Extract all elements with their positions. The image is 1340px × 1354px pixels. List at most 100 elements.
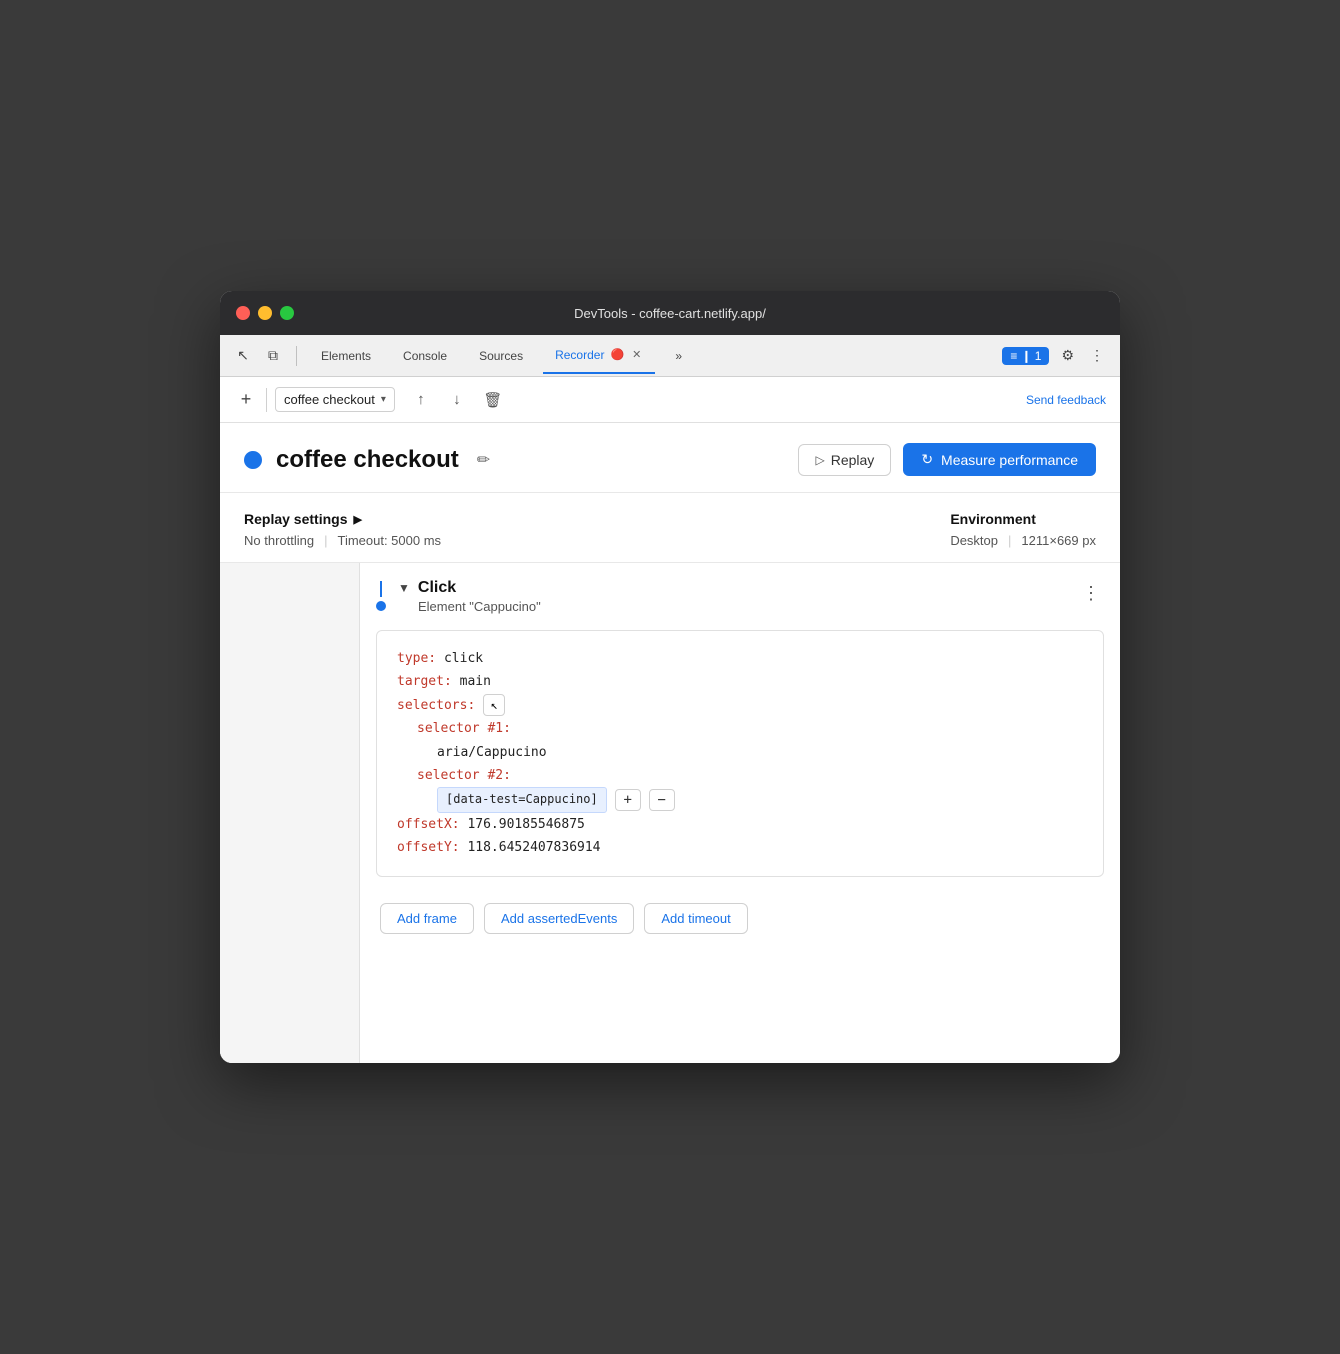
step-details-box: type: click target: main selectors: ↖: [376, 630, 1104, 877]
environment-title: Environment: [950, 511, 1096, 527]
export-button[interactable]: ↑: [407, 386, 435, 414]
edit-icon[interactable]: ✏: [477, 450, 490, 470]
step-actions: Add frame Add assertedEvents Add timeout: [360, 893, 1120, 950]
import-button[interactable]: ↓: [443, 386, 471, 414]
close-button[interactable]: [236, 306, 250, 320]
selectors-key: selectors:: [397, 694, 475, 717]
devtools-window: DevTools - coffee-cart.netlify.app/ ↖ ⧉ …: [220, 291, 1120, 1063]
more-icon[interactable]: ⋮: [1086, 343, 1108, 368]
selector2-val: [data-test=Cappucino]: [437, 787, 607, 813]
selector2-val-row: [data-test=Cappucino] + −: [397, 787, 1083, 813]
cursor-icon[interactable]: ↖: [232, 345, 254, 367]
settings-details: No throttling | Timeout: 5000 ms: [244, 533, 441, 548]
arrow-icon: ▶: [353, 513, 361, 526]
add-timeout-button[interactable]: Add timeout: [644, 903, 747, 934]
step-subtitle: Element "Cappucino": [398, 599, 1078, 614]
add-asserted-events-button[interactable]: Add assertedEvents: [484, 903, 634, 934]
badge-button[interactable]: ≡ ❙ 1: [1002, 347, 1049, 365]
step-more-button[interactable]: ⋮: [1078, 579, 1104, 608]
replay-label: Replay: [831, 452, 875, 468]
step-thumbnail: [220, 563, 360, 1063]
step-title-area: ▼ Click Element "Cappucino": [398, 579, 1078, 614]
selector-remove-button[interactable]: −: [649, 789, 675, 811]
step-title-row[interactable]: ▼ Click: [398, 579, 1078, 597]
recording-header: coffee checkout ✏ ▷ Replay ↻ Measure per…: [220, 423, 1120, 493]
chevron-down-icon: ▾: [381, 394, 386, 405]
offsety-val: 118.6452407836914: [467, 840, 600, 855]
tab-more-area: ≡ ❙ 1 ⚙ ⋮: [1002, 343, 1108, 368]
gear-icon[interactable]: ⚙: [1057, 343, 1078, 368]
titlebar: DevTools - coffee-cart.netlify.app/: [220, 291, 1120, 335]
inspect-selector-button[interactable]: ↖: [483, 694, 505, 716]
toolbar-separator: [296, 346, 297, 366]
device-label: Desktop: [950, 533, 998, 548]
step-title: Click: [418, 579, 456, 597]
type-key: type:: [397, 651, 436, 666]
replay-settings-title[interactable]: Replay settings ▶: [244, 511, 441, 527]
target-val: main: [460, 674, 491, 689]
target-key: target:: [397, 674, 452, 689]
step-indicator: [376, 581, 386, 611]
recorder-tab-close[interactable]: ✕: [630, 346, 643, 363]
inspect-icon: ↖: [491, 695, 498, 717]
prop-target-row: target: main: [397, 670, 1083, 693]
recorder-toolbar: + coffee checkout ▾ ↑ ↓ 🗑 Send feedback: [220, 377, 1120, 423]
tab-console[interactable]: Console: [391, 338, 459, 374]
minimize-button[interactable]: [258, 306, 272, 320]
offsetx-row: offsetX: 176.90185546875: [397, 813, 1083, 836]
environment-details: Desktop | 1211×669 px: [950, 533, 1096, 548]
settings-separator: |: [324, 533, 327, 548]
tab-elements[interactable]: Elements: [309, 338, 383, 374]
step-content: ▼ Click Element "Cappucino" ⋮ type: clic…: [360, 563, 1120, 1063]
selector1-key: selector #1:: [417, 721, 511, 736]
settings-section: Replay settings ▶ No throttling | Timeou…: [220, 493, 1120, 563]
delete-button[interactable]: 🗑: [479, 386, 507, 414]
recording-select[interactable]: coffee checkout ▾: [275, 387, 395, 412]
add-recording-button[interactable]: +: [234, 388, 258, 412]
selector2-row: selector #2:: [397, 764, 1083, 787]
offsetx-key: offsetX:: [397, 817, 460, 832]
selector1-row: selector #1:: [397, 717, 1083, 740]
step-header: ▼ Click Element "Cappucino" ⋮: [360, 563, 1120, 622]
dimensions-label: 1211×669 px: [1021, 533, 1096, 548]
type-val: click: [444, 651, 483, 666]
settings-right: Environment Desktop | 1211×669 px: [950, 511, 1096, 548]
tab-more[interactable]: »: [663, 338, 694, 374]
window-title: DevTools - coffee-cart.netlify.app/: [574, 306, 766, 321]
selector-add-button[interactable]: +: [615, 789, 641, 811]
add-frame-button[interactable]: Add frame: [380, 903, 474, 934]
step-dot: [376, 601, 386, 611]
step-line: [380, 581, 382, 597]
prop-type-row: type: click: [397, 647, 1083, 670]
selector1-val-row: aria/Cappucino: [397, 741, 1083, 764]
steps-area: ▼ Click Element "Cappucino" ⋮ type: clic…: [220, 563, 1120, 1063]
prop-selectors-row: selectors: ↖: [397, 694, 1083, 717]
badge-icon: ≡: [1010, 349, 1017, 363]
layers-icon[interactable]: ⧉: [262, 345, 284, 367]
recording-select-label: coffee checkout: [284, 392, 375, 407]
measure-icon: ↻: [921, 451, 933, 468]
recorder-icon: 🔴: [610, 348, 624, 361]
selector2-key: selector #2:: [417, 768, 511, 783]
measure-label: Measure performance: [941, 452, 1078, 468]
traffic-lights: [236, 306, 294, 320]
selector1-val: aria/Cappucino: [437, 745, 547, 760]
rec-action-buttons: ↑ ↓ 🗑: [407, 386, 507, 414]
maximize-button[interactable]: [280, 306, 294, 320]
tab-sources[interactable]: Sources: [467, 338, 535, 374]
env-separator: |: [1008, 533, 1011, 548]
send-feedback-link[interactable]: Send feedback: [1026, 393, 1106, 407]
main-area: coffee checkout ✏ ▷ Replay ↻ Measure per…: [220, 423, 1120, 1063]
expand-icon: ▼: [398, 581, 410, 595]
devtools-toolbar: ↖ ⧉ Elements Console Sources Recorder 🔴 …: [220, 335, 1120, 377]
throttling-label: No throttling: [244, 533, 314, 548]
measure-performance-button[interactable]: ↻ Measure performance: [903, 443, 1096, 476]
offsetx-val: 176.90185546875: [467, 817, 584, 832]
header-actions: ▷ Replay ↻ Measure performance: [798, 443, 1096, 476]
recorder-separator: [266, 388, 267, 412]
recording-indicator: [244, 451, 262, 469]
play-icon: ▷: [815, 453, 824, 467]
tab-recorder[interactable]: Recorder 🔴 ✕: [543, 338, 655, 374]
settings-left: Replay settings ▶ No throttling | Timeou…: [244, 511, 441, 548]
replay-button[interactable]: ▷ Replay: [798, 444, 891, 476]
